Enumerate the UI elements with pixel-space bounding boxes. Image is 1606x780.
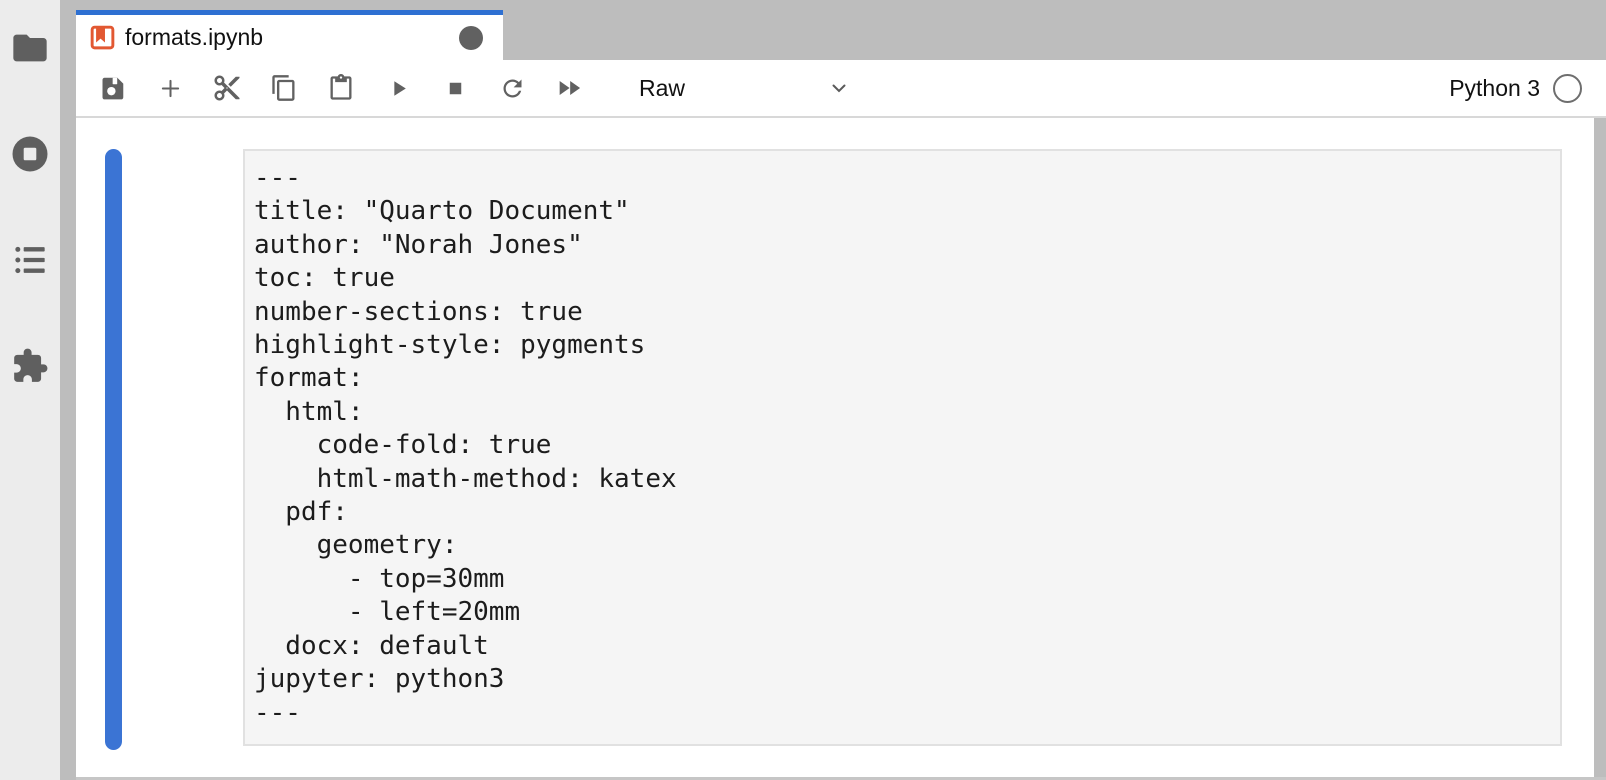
notebook-panel: --- title: "Quarto Document" author: "No… [76, 118, 1594, 780]
restart-icon [499, 75, 526, 102]
copy-cells-button[interactable] [269, 73, 299, 103]
play-icon [386, 76, 411, 101]
plus-icon [157, 75, 184, 102]
chevron-down-icon [827, 76, 851, 100]
cut-cells-button[interactable] [212, 73, 242, 103]
cell-type-dropdown[interactable]: Raw [615, 67, 863, 109]
stop-icon [444, 77, 467, 100]
restart-run-all-button[interactable] [554, 73, 584, 103]
notebook-icon [89, 24, 116, 51]
paste-cells-button[interactable] [326, 73, 356, 103]
sidebar-divider [60, 0, 76, 780]
notebook-toolbar: Raw Python 3 [76, 60, 1606, 118]
puzzle-icon [11, 347, 49, 385]
scissors-icon [212, 73, 242, 103]
tab-formats-ipynb[interactable]: formats.ipynb [76, 10, 503, 60]
sidebar-item-extensions[interactable] [10, 346, 50, 386]
insert-cell-button[interactable] [155, 73, 185, 103]
kernel-name[interactable]: Python 3 [1449, 75, 1540, 102]
sidebar-item-table-of-contents[interactable] [10, 240, 50, 280]
save-button[interactable] [98, 73, 128, 103]
folder-icon [10, 28, 50, 68]
sidebar-item-file-browser[interactable] [10, 28, 50, 68]
interrupt-kernel-button[interactable] [440, 73, 470, 103]
cell-source-text[interactable]: --- title: "Quarto Document" author: "No… [245, 151, 1560, 730]
restart-kernel-button[interactable] [497, 73, 527, 103]
cell-type-value: Raw [639, 75, 685, 102]
left-activity-bar [0, 0, 60, 780]
save-icon [99, 74, 127, 102]
fast-forward-icon [555, 74, 583, 102]
copy-icon [270, 74, 298, 102]
unsaved-changes-indicator[interactable] [459, 26, 483, 50]
run-cell-button[interactable] [383, 73, 413, 103]
kernel-idle-circle-icon[interactable] [1553, 74, 1582, 103]
clipboard-icon [327, 74, 355, 102]
raw-cell-editor[interactable]: --- title: "Quarto Document" author: "No… [243, 149, 1562, 746]
cell-collapser[interactable] [105, 149, 122, 750]
tab-title: formats.ipynb [125, 24, 459, 51]
stop-circle-icon [9, 133, 51, 175]
right-edge-strip [1594, 118, 1606, 780]
sidebar-item-running-kernels[interactable] [10, 134, 50, 174]
list-icon [10, 240, 50, 280]
